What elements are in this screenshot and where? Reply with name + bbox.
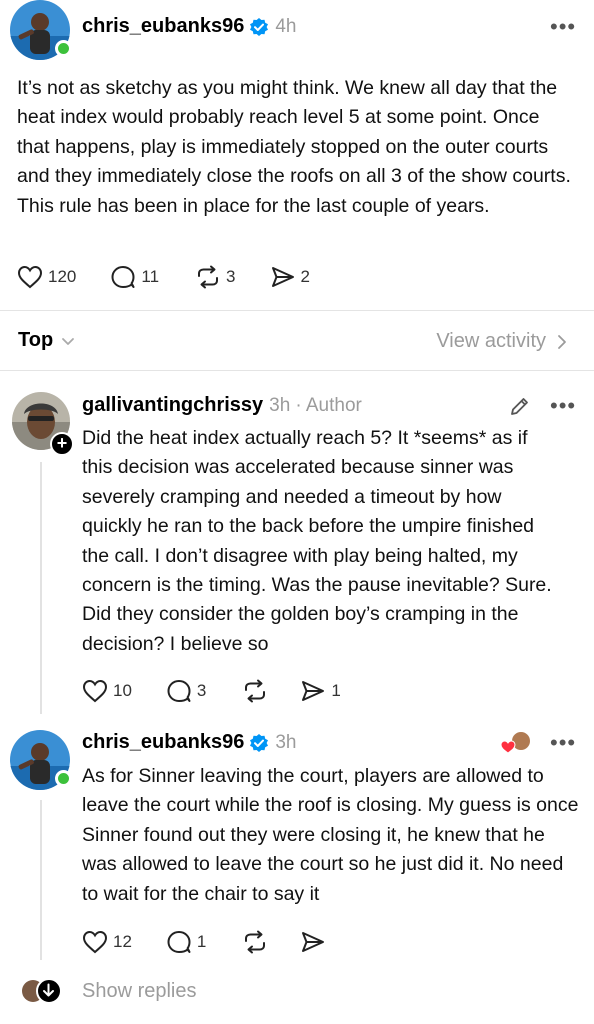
comment-button[interactable]: 1 xyxy=(166,930,206,954)
replies-avatar-stack[interactable] xyxy=(22,978,62,1004)
comment-button[interactable]: 11 xyxy=(110,265,159,289)
chevron-right-icon xyxy=(558,334,566,349)
pencil-icon[interactable] xyxy=(508,394,532,418)
repost-button[interactable] xyxy=(242,679,268,703)
share-button[interactable]: 2 xyxy=(270,265,310,289)
view-activity-label: View activity xyxy=(436,330,546,352)
post-actions: 120 11 3 2 xyxy=(17,262,310,292)
post-time: 4h xyxy=(275,15,297,37)
arrow-down-icon xyxy=(36,978,62,1004)
like-count: 120 xyxy=(48,267,77,286)
heart-outline-icon xyxy=(17,265,43,289)
like-button[interactable]: 120 xyxy=(17,265,76,289)
repost-arrows-icon xyxy=(198,265,219,289)
chevron-down-icon xyxy=(62,337,75,345)
reply2-time: 3h xyxy=(275,731,297,753)
reply2-header: chris_eubanks96 3h xyxy=(82,731,296,754)
repost-arrows-icon xyxy=(245,930,266,954)
more-horizontal-icon[interactable]: ••• xyxy=(550,16,576,38)
post-username[interactable]: chris_eubanks96 xyxy=(82,15,244,38)
sort-dropdown[interactable]: Top xyxy=(18,329,77,352)
post-text: It’s not as sketchy as you might think. … xyxy=(17,77,571,217)
like-count: 12 xyxy=(113,932,132,951)
thread-line xyxy=(40,800,42,960)
divider xyxy=(0,370,594,371)
reply1-text: Did the heat index actually reach 5? It … xyxy=(82,427,552,655)
post-header: chris_eubanks96 4h xyxy=(82,15,296,38)
share-count: 2 xyxy=(300,267,310,286)
heart-outline-icon xyxy=(82,930,108,954)
repost-button[interactable] xyxy=(242,930,268,954)
comment-button[interactable]: 3 xyxy=(166,679,206,703)
reply1-time: 3h xyxy=(269,394,291,416)
reply2-actions: 12 1 xyxy=(82,927,326,957)
speech-bubble-icon xyxy=(167,931,191,953)
repost-button[interactable]: 3 xyxy=(195,265,236,289)
more-horizontal-icon[interactable]: ••• xyxy=(550,395,576,417)
repost-arrows-icon xyxy=(245,679,266,703)
online-status-dot xyxy=(55,770,72,787)
reply1-header: gallivantingchrissy 3h · Author xyxy=(82,394,362,417)
reply2-text: As for Sinner leaving the court, players… xyxy=(82,765,579,905)
author-label: · Author xyxy=(295,394,362,416)
reply1-actions: 10 3 1 xyxy=(82,676,341,706)
show-replies-link[interactable]: Show replies xyxy=(82,980,197,1003)
comment-count: 1 xyxy=(196,932,207,951)
reply1-username[interactable]: gallivantingchrissy xyxy=(82,394,263,417)
like-count: 10 xyxy=(113,681,132,700)
divider xyxy=(0,310,594,311)
verified-badge-icon xyxy=(250,733,269,752)
share-count: 1 xyxy=(331,681,341,700)
red-heart-badge xyxy=(500,730,532,754)
like-button[interactable]: 12 xyxy=(82,930,132,954)
send-paper-plane-icon xyxy=(271,267,294,287)
repost-count: 3 xyxy=(226,267,236,286)
more-horizontal-icon[interactable]: ••• xyxy=(550,732,576,754)
comment-count: 11 xyxy=(141,267,160,286)
online-status-dot xyxy=(55,40,72,57)
send-paper-plane-icon xyxy=(302,681,325,701)
sort-label: Top xyxy=(18,329,54,351)
thread-line xyxy=(40,462,42,714)
verified-badge-icon xyxy=(250,17,269,36)
view-activity-link[interactable]: View activity xyxy=(436,330,570,353)
reply2-username[interactable]: chris_eubanks96 xyxy=(82,731,244,754)
share-button[interactable]: 1 xyxy=(300,679,341,703)
follow-plus-icon[interactable]: + xyxy=(50,432,74,456)
heart-outline-icon xyxy=(82,679,108,703)
speech-bubble-icon xyxy=(167,680,191,702)
send-paper-plane-icon xyxy=(302,932,325,952)
like-button[interactable]: 10 xyxy=(82,679,132,703)
comment-count: 3 xyxy=(196,681,207,700)
speech-bubble-icon xyxy=(111,266,135,288)
share-button[interactable] xyxy=(300,930,326,954)
